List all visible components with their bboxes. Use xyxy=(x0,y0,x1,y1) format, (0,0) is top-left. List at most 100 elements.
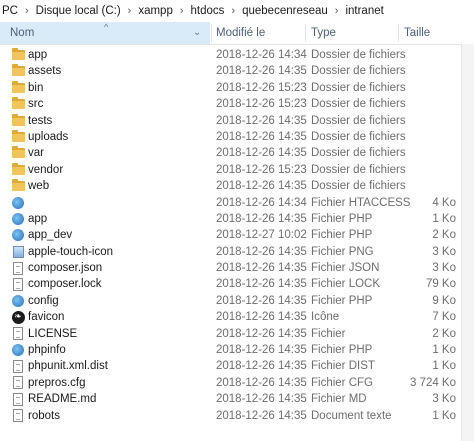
document-icon xyxy=(11,391,25,407)
file-type: Icône xyxy=(311,311,340,324)
file-date: 2018-12-26 14:35 xyxy=(216,130,307,143)
file-date: 2018-12-26 14:35 xyxy=(216,409,307,422)
file-row[interactable]: 2018-12-26 14:34 Fichier HTACCESS 4 Ko xyxy=(0,195,474,211)
file-name: uploads xyxy=(28,130,69,143)
file-size: 1 Ko xyxy=(432,344,456,357)
column-divider[interactable] xyxy=(211,24,212,42)
file-name: composer.lock xyxy=(28,278,102,291)
file-date: 2018-12-26 15:23 xyxy=(216,163,307,176)
file-row[interactable]: bin 2018-12-26 15:23 Dossier de fichiers xyxy=(0,80,474,96)
file-type: Fichier PNG xyxy=(311,245,374,258)
file-date: 2018-12-26 14:35 xyxy=(216,114,307,127)
chevron-right-icon: › xyxy=(334,5,339,17)
file-date: 2018-12-26 14:35 xyxy=(216,245,307,258)
file-row[interactable]: phpinfo 2018-12-26 14:35 Fichier PHP 1 Ko xyxy=(0,342,474,358)
file-name: vendor xyxy=(28,163,64,176)
file-row[interactable]: ❧ favicon 2018-12-26 14:35 Icône 7 Ko xyxy=(0,309,474,325)
file-type: Fichier PHP xyxy=(311,212,373,225)
file-row[interactable]: phpunit.xml.dist 2018-12-26 14:35 Fichier … xyxy=(0,358,474,374)
file-row[interactable]: uploads 2018-12-26 14:35 Dossier de fichie… xyxy=(0,129,474,145)
file-row[interactable]: var 2018-12-26 14:35 Dossier de fichiers xyxy=(0,145,474,161)
file-type: Fichier PHP xyxy=(311,294,373,307)
column-header-date-label: Modifié le xyxy=(216,27,266,39)
file-date: 2018-12-26 14:35 xyxy=(216,180,307,193)
folder-icon xyxy=(11,145,25,161)
breadcrumb-disk[interactable]: Disque local (C:) xyxy=(34,5,123,17)
file-name: prepros.cfg xyxy=(28,376,86,389)
column-divider[interactable] xyxy=(305,24,306,42)
file-row[interactable]: assets 2018-12-26 14:35 Dossier de fichier… xyxy=(0,63,474,79)
chevron-right-icon: › xyxy=(127,5,132,17)
file-name: config xyxy=(28,294,59,307)
file-type: Dossier de fichiers xyxy=(311,114,406,127)
breadcrumb-intranet[interactable]: intranet xyxy=(343,5,385,17)
file-date: 2018-12-26 14:35 xyxy=(216,278,307,291)
document-icon xyxy=(11,358,25,374)
file-date: 2018-12-26 14:35 xyxy=(216,262,307,275)
file-row[interactable]: app 2018-12-26 14:35 Fichier PHP 1 Ko xyxy=(0,211,474,227)
column-header-size[interactable]: Taille xyxy=(404,22,430,44)
breadcrumb-htdocs[interactable]: htdocs xyxy=(189,5,227,17)
file-row[interactable]: prepros.cfg 2018-12-26 14:35 Fichier CFG 3 … xyxy=(0,375,474,391)
file-date: 2018-12-26 14:35 xyxy=(216,294,307,307)
file-row[interactable]: README.md 2018-12-26 14:35 Fichier MD 3 Ko xyxy=(0,391,474,407)
file-name: app xyxy=(28,212,48,225)
file-name: app xyxy=(28,49,48,61)
chevron-right-icon: › xyxy=(179,5,184,17)
file-row[interactable]: LICENSE 2018-12-26 14:35 Fichier 2 Ko xyxy=(0,326,474,342)
file-size: 3 Ko xyxy=(432,393,456,406)
folder-icon xyxy=(11,129,25,145)
file-row[interactable]: composer.lock 2018-12-26 14:35 Fichier LOC… xyxy=(0,276,474,292)
favicon-icon: ❧ xyxy=(11,309,25,325)
file-row[interactable]: config 2018-12-26 14:35 Fichier PHP 9 Ko xyxy=(0,293,474,309)
vertical-scrollbar[interactable] xyxy=(461,44,474,441)
file-type: Fichier CFG xyxy=(311,376,373,389)
folder-icon xyxy=(11,80,25,96)
file-type: Dossier de fichiers xyxy=(311,81,406,94)
file-row[interactable]: tests 2018-12-26 14:35 Dossier de fichiers xyxy=(0,113,474,129)
php-file-icon xyxy=(11,195,25,211)
file-date: 2018-12-26 14:34 xyxy=(216,196,307,209)
column-header-size-label: Taille xyxy=(404,27,431,39)
file-row[interactable]: web 2018-12-26 14:35 Dossier de fichiers xyxy=(0,178,474,194)
file-name: web xyxy=(28,180,50,193)
breadcrumb-quebecenreseau[interactable]: quebecenreseau xyxy=(240,5,330,17)
file-size: 9 Ko xyxy=(432,294,456,307)
file-type: Fichier DIST xyxy=(311,360,375,373)
file-date: 2018-12-26 14:35 xyxy=(216,376,307,389)
column-header-type[interactable]: Type xyxy=(311,22,336,44)
folder-icon xyxy=(11,96,25,112)
file-row[interactable]: app_dev 2018-12-27 10:02 Fichier PHP 2 Ko xyxy=(0,227,474,243)
breadcrumb-xampp[interactable]: xampp xyxy=(136,5,175,17)
file-list: app 2018-12-26 14:34 Dossier de fichiers as… xyxy=(0,47,474,424)
breadcrumb-pc[interactable]: PC xyxy=(0,5,20,17)
file-size: 79 Ko xyxy=(425,278,456,291)
chevron-down-icon[interactable]: ⌄ xyxy=(193,22,201,44)
folder-icon xyxy=(11,113,25,129)
file-type: Fichier PHP xyxy=(311,229,373,242)
file-type: Document texte xyxy=(311,409,392,422)
image-file-icon xyxy=(11,244,25,260)
file-row[interactable]: src 2018-12-26 15:23 Dossier de fichiers xyxy=(0,96,474,112)
file-row[interactable]: vendor 2018-12-26 15:23 Dossier de fichier… xyxy=(0,162,474,178)
file-row[interactable]: apple-touch-icon 2018-12-26 14:35 Fichier … xyxy=(0,244,474,260)
folder-icon xyxy=(11,47,25,63)
file-row[interactable]: robots 2018-12-26 14:35 Document texte 1 Ko xyxy=(0,408,474,424)
column-header-date[interactable]: Modifié le xyxy=(216,22,265,44)
file-date: 2018-12-26 14:35 xyxy=(216,65,307,78)
document-icon xyxy=(11,326,25,342)
file-date: 2018-12-26 14:35 xyxy=(216,311,307,324)
php-file-icon xyxy=(11,211,25,227)
file-date: 2018-12-27 10:02 xyxy=(216,229,307,242)
column-divider[interactable] xyxy=(398,24,399,42)
document-icon xyxy=(11,276,25,292)
file-size: 7 Ko xyxy=(432,311,456,324)
file-row[interactable]: composer.json 2018-12-26 14:35 Fichier JSO… xyxy=(0,260,474,276)
column-header-name[interactable]: Nom ^ ⌄ xyxy=(0,22,210,44)
column-header-row: Nom ^ ⌄ Modifié le Type Taille xyxy=(0,22,474,45)
file-row[interactable]: app 2018-12-26 14:34 Dossier de fichiers xyxy=(0,47,474,63)
file-type: Fichier HTACCESS xyxy=(311,196,411,209)
file-name: LICENSE xyxy=(28,327,78,340)
file-type: Dossier de fichiers xyxy=(311,147,406,160)
file-size: 1 Ko xyxy=(432,409,456,422)
